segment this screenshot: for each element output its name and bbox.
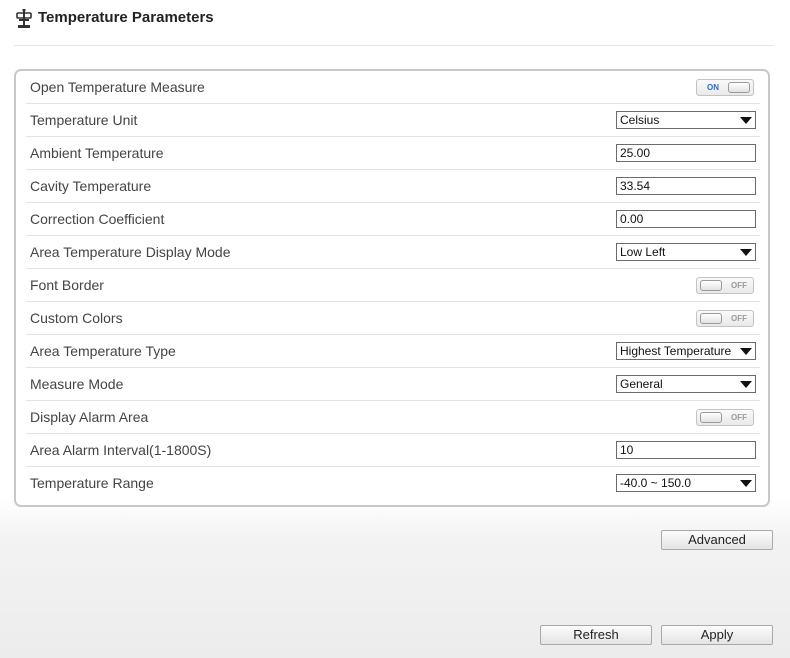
toggle-state-text: OFF	[731, 281, 747, 290]
temperature-range-select[interactable]: -40.0 ~ 150.0	[616, 474, 756, 492]
select-value: Celsius	[620, 113, 660, 127]
row-correction-coefficient: Correction Coefficient	[26, 203, 760, 236]
row-area-alarm-interval: Area Alarm Interval(1-1800S)	[26, 434, 760, 467]
dropdown-arrow-icon	[740, 381, 752, 388]
toggle-state-text: ON	[707, 83, 719, 92]
page-title: Temperature Parameters	[38, 9, 214, 26]
cavity-temperature-input[interactable]	[616, 177, 756, 195]
dropdown-arrow-icon	[740, 117, 752, 124]
toggle-knob	[700, 313, 722, 324]
row-label: Temperature Range	[30, 475, 154, 491]
row-label: Custom Colors	[30, 310, 123, 326]
temperature-gauge-icon	[16, 9, 32, 28]
refresh-button[interactable]: Refresh	[540, 625, 652, 645]
dropdown-arrow-icon	[740, 249, 752, 256]
select-value: -40.0 ~ 150.0	[620, 476, 692, 490]
toggle-knob	[728, 82, 750, 93]
advanced-button[interactable]: Advanced	[661, 530, 773, 550]
row-label: Font Border	[30, 277, 104, 293]
toggle-knob	[700, 412, 722, 423]
toggle-knob	[700, 280, 722, 291]
temperature-unit-select[interactable]: Celsius	[616, 111, 756, 129]
dropdown-arrow-icon	[740, 348, 752, 355]
row-display-alarm-area: Display Alarm Area OFF	[26, 401, 760, 434]
row-label: Ambient Temperature	[30, 145, 164, 161]
row-label: Correction Coefficient	[30, 211, 165, 227]
ambient-temperature-input[interactable]	[616, 144, 756, 162]
row-temperature-range: Temperature Range -40.0 ~ 150.0	[26, 467, 760, 500]
select-value: Highest Temperature	[620, 344, 732, 358]
select-value: Low Left	[620, 245, 666, 259]
page-header: Temperature Parameters	[14, 0, 774, 46]
row-font-border: Font Border OFF	[26, 269, 760, 302]
toggle-state-text: OFF	[731, 413, 747, 422]
row-cavity-temperature: Cavity Temperature	[26, 170, 760, 203]
row-label: Area Alarm Interval(1-1800S)	[30, 442, 212, 458]
row-label: Cavity Temperature	[30, 178, 152, 194]
row-area-temperature-type: Area Temperature Type Highest Temperatur…	[26, 335, 760, 368]
area-temperature-type-select[interactable]: Highest Temperature	[616, 342, 756, 360]
row-open-temperature-measure: Open Temperature Measure ON	[26, 71, 760, 104]
dropdown-arrow-icon	[740, 480, 752, 487]
row-measure-mode: Measure Mode General	[26, 368, 760, 401]
custom-colors-toggle[interactable]: OFF	[696, 310, 754, 327]
row-ambient-temperature: Ambient Temperature	[26, 137, 760, 170]
display-alarm-area-toggle[interactable]: OFF	[696, 409, 754, 426]
apply-button[interactable]: Apply	[661, 625, 773, 645]
measure-mode-select[interactable]: General	[616, 375, 756, 393]
row-custom-colors: Custom Colors OFF	[26, 302, 760, 335]
row-label: Display Alarm Area	[30, 409, 149, 425]
open-temperature-measure-toggle[interactable]: ON	[696, 79, 754, 96]
toggle-state-text: OFF	[731, 314, 747, 323]
row-label: Measure Mode	[30, 376, 124, 392]
font-border-toggle[interactable]: OFF	[696, 277, 754, 294]
select-value: General	[620, 377, 663, 391]
row-label: Area Temperature Type	[30, 343, 176, 359]
area-temperature-display-mode-select[interactable]: Low Left	[616, 243, 756, 261]
row-label: Open Temperature Measure	[30, 79, 205, 95]
row-label: Temperature Unit	[30, 112, 138, 128]
row-temperature-unit: Temperature Unit Celsius	[26, 104, 760, 137]
correction-coefficient-input[interactable]	[616, 210, 756, 228]
row-label: Area Temperature Display Mode	[30, 244, 231, 260]
area-alarm-interval-input[interactable]	[616, 441, 756, 459]
row-area-temperature-display-mode: Area Temperature Display Mode Low Left	[26, 236, 760, 269]
parameters-panel: Open Temperature Measure ON Temperature …	[14, 69, 770, 507]
